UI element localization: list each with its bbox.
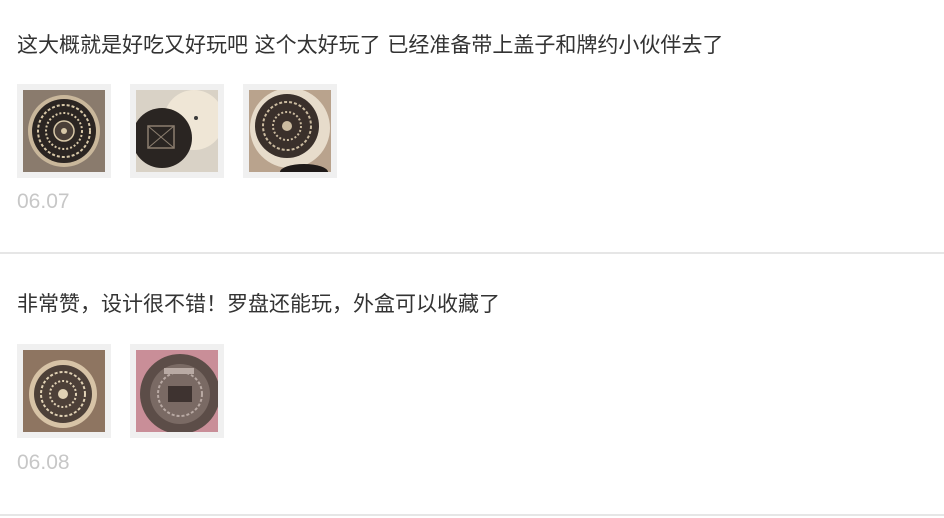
review-text: 非常赞，设计很不错！罗盘还能玩，外盒可以收藏了: [17, 292, 500, 316]
review-photo-thumbnail[interactable]: [243, 84, 337, 178]
compass-photo-icon: [249, 90, 331, 172]
review-photo-thumbnail[interactable]: [130, 84, 224, 178]
compass-photo-icon: [23, 90, 105, 172]
review-text: 这大概就是好吃又好玩吧 这个太好玩了 已经准备带上盖子和牌约小伙伴去了: [17, 33, 724, 57]
review-photo-thumbnail[interactable]: [130, 344, 224, 438]
review-date: 06.08: [17, 451, 70, 474]
compass-photo-icon: [136, 350, 218, 432]
box-photo-icon: [136, 90, 218, 172]
review-item: 非常赞，设计很不错！罗盘还能玩，外盒可以收藏了 06.08: [0, 254, 944, 516]
review-date: 06.07: [17, 190, 70, 213]
review-item: 这大概就是好吃又好玩吧 这个太好玩了 已经准备带上盖子和牌约小伙伴去了 06.0…: [0, 0, 944, 254]
review-photos: [17, 84, 337, 178]
review-photos: [17, 344, 224, 438]
compass-photo-icon: [23, 350, 105, 432]
review-photo-thumbnail[interactable]: [17, 344, 111, 438]
review-photo-thumbnail[interactable]: [17, 84, 111, 178]
